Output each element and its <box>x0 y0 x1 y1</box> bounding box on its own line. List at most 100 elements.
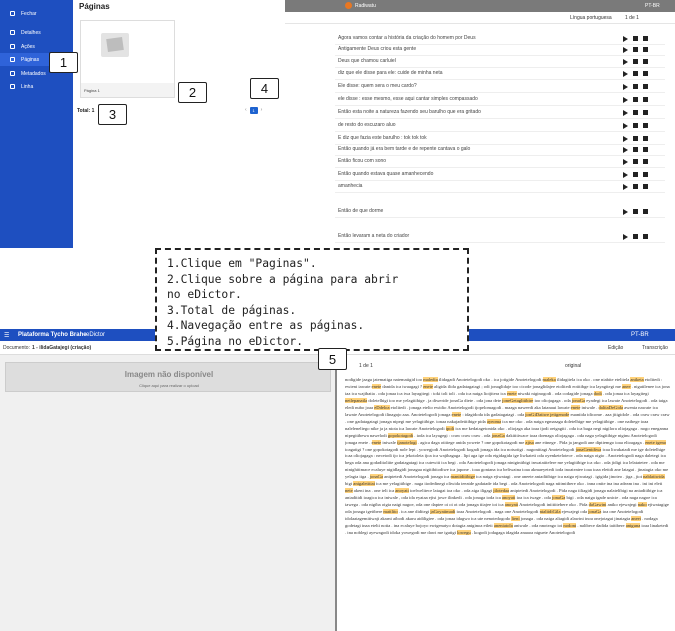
play-icon[interactable] <box>623 234 628 240</box>
text-segment: jonaga . oda naiga aliagidi alawini inoa… <box>519 516 632 522</box>
line-controls <box>623 172 648 178</box>
download-icon[interactable] <box>633 159 638 164</box>
transcription-line[interactable]: Então quando estava quase amanhecendo <box>338 171 433 177</box>
delete-icon[interactable] <box>643 136 648 141</box>
play-icon[interactable] <box>623 84 628 90</box>
next-page-button[interactable]: › <box>261 107 263 113</box>
text-segment: doletelhigi ioo me yelagitibige . ja diw… <box>367 397 503 403</box>
play-icon[interactable] <box>623 172 628 178</box>
text-segment: ejewajegi oda <box>560 509 589 515</box>
text-segment: ioa ica iwage . oda <box>515 495 553 501</box>
download-icon[interactable] <box>633 209 638 214</box>
play-icon[interactable] <box>623 184 628 190</box>
transcription-line[interactable]: Deus que chamou carluiel <box>338 58 396 64</box>
image-pane: Imagem não disponível Clique aqui para r… <box>0 355 335 631</box>
home-icon <box>10 30 15 35</box>
transcription-line[interactable]: Ele disse: quem sera o meu cardo? <box>338 83 417 89</box>
sidebar-item-linha[interactable]: Linha <box>0 80 73 93</box>
line-separator <box>335 67 665 68</box>
upload-link[interactable]: Clique aqui para realizar o upload <box>6 383 332 388</box>
highlighted-word: igeno <box>654 439 667 445</box>
play-icon[interactable] <box>623 209 628 215</box>
transcription-line[interactable]: Então levaram a neta do criador <box>338 233 409 239</box>
delete-icon[interactable] <box>643 209 648 214</box>
play-icon[interactable] <box>623 97 628 103</box>
download-icon[interactable] <box>633 47 638 52</box>
download-icon[interactable] <box>633 184 638 189</box>
transcription-line[interactable]: Antigamente Deus criou esta gente <box>338 46 416 52</box>
play-icon[interactable] <box>623 159 628 165</box>
highlighted-word: enete <box>506 390 517 396</box>
document-value: 1 - ilidaGatajegi (criação) <box>32 345 92 351</box>
transcription-line[interactable]: de resto do escuzaro aluo <box>338 122 396 128</box>
text-segment: danida ica iwaagagi ? <box>381 383 424 389</box>
transcription-line[interactable]: diz que ele disse para ele: cuide de min… <box>338 70 443 76</box>
delete-icon[interactable] <box>643 47 648 52</box>
transcription-line[interactable]: E diz que fazia este barulho : tok tok t… <box>338 135 427 141</box>
delete-icon[interactable] <box>643 147 648 152</box>
line-controls <box>623 47 648 53</box>
transcription-line[interactable]: ele disse : esse mesmo, esse aqui cantar… <box>338 96 478 102</box>
transcription-line[interactable]: Então esta noite a natureza fazendo seu … <box>338 109 481 115</box>
page-thumbnail[interactable]: Página 1 <box>80 20 175 98</box>
no-image-box[interactable]: Imagem não disponível Clique aqui para r… <box>5 362 331 392</box>
download-icon[interactable] <box>633 97 638 102</box>
play-icon[interactable] <box>623 136 628 142</box>
play-icon[interactable] <box>623 71 628 77</box>
transcription-line[interactable]: amanhecia <box>338 183 362 189</box>
menu-icon[interactable]: ☰ <box>4 332 9 339</box>
delete-icon[interactable] <box>643 184 648 189</box>
line-separator <box>335 180 665 181</box>
sidebar-item-fechar[interactable]: Fechar <box>0 7 73 20</box>
transcription-line[interactable]: Então ficou com sono <box>338 158 386 164</box>
delete-icon[interactable] <box>643 59 648 64</box>
current-page-button[interactable]: 1 <box>249 106 258 114</box>
download-icon[interactable] <box>633 234 638 239</box>
transcription-line[interactable]: Agora vamos contar a história da criação… <box>338 35 476 41</box>
sidebar-item-label: Páginas <box>21 56 40 63</box>
prev-page-button[interactable]: ‹ <box>245 107 247 113</box>
highlighted-word: jonaGa <box>491 432 505 438</box>
transcription-tab[interactable]: Transcrição <box>642 345 668 351</box>
sidebar-item-detalhes[interactable]: Detalhes <box>0 26 73 39</box>
delete-icon[interactable] <box>643 110 648 115</box>
highlighted-word: enete <box>645 439 655 445</box>
edit-tab[interactable]: Edição <box>608 345 623 351</box>
top-page-indicator: 1 de 1 <box>625 15 639 21</box>
play-icon[interactable] <box>623 36 628 42</box>
language-select[interactable]: Língua portuguesa <box>570 15 612 21</box>
transcription-line[interactable]: Então quando já era bem tarde e de repen… <box>338 146 470 152</box>
line-controls <box>623 136 648 142</box>
download-icon[interactable] <box>633 71 638 76</box>
download-icon[interactable] <box>633 84 638 89</box>
play-icon[interactable] <box>623 147 628 153</box>
metadata-icon <box>10 71 15 76</box>
platform-title: Plataforma Tycho Brahe <box>18 332 87 338</box>
transcription-line[interactable]: Então de que dorme <box>338 208 383 214</box>
download-icon[interactable] <box>633 59 638 64</box>
original-toggle[interactable]: original <box>565 363 581 369</box>
text-segment: iniwale <box>381 439 398 445</box>
download-icon[interactable] <box>633 123 638 128</box>
download-icon[interactable] <box>633 147 638 152</box>
delete-icon[interactable] <box>643 71 648 76</box>
play-icon[interactable] <box>623 59 628 65</box>
highlighted-word: jaGoyatimadi <box>430 509 456 515</box>
delete-icon[interactable] <box>643 36 648 41</box>
download-icon[interactable] <box>633 136 638 141</box>
line-controls <box>623 110 648 116</box>
delete-icon[interactable] <box>643 97 648 102</box>
play-icon[interactable] <box>623 47 628 53</box>
download-icon[interactable] <box>633 110 638 115</box>
play-icon[interactable] <box>623 123 628 129</box>
text-segment: aniwale . oda nnoteago ioi <box>512 523 564 529</box>
delete-icon[interactable] <box>643 123 648 128</box>
play-icon[interactable] <box>623 110 628 116</box>
delete-icon[interactable] <box>643 159 648 164</box>
highlighted-word: nako <box>637 502 647 508</box>
download-icon[interactable] <box>633 172 638 177</box>
delete-icon[interactable] <box>643 84 648 89</box>
delete-icon[interactable] <box>643 172 648 177</box>
download-icon[interactable] <box>633 36 638 41</box>
delete-icon[interactable] <box>643 234 648 239</box>
